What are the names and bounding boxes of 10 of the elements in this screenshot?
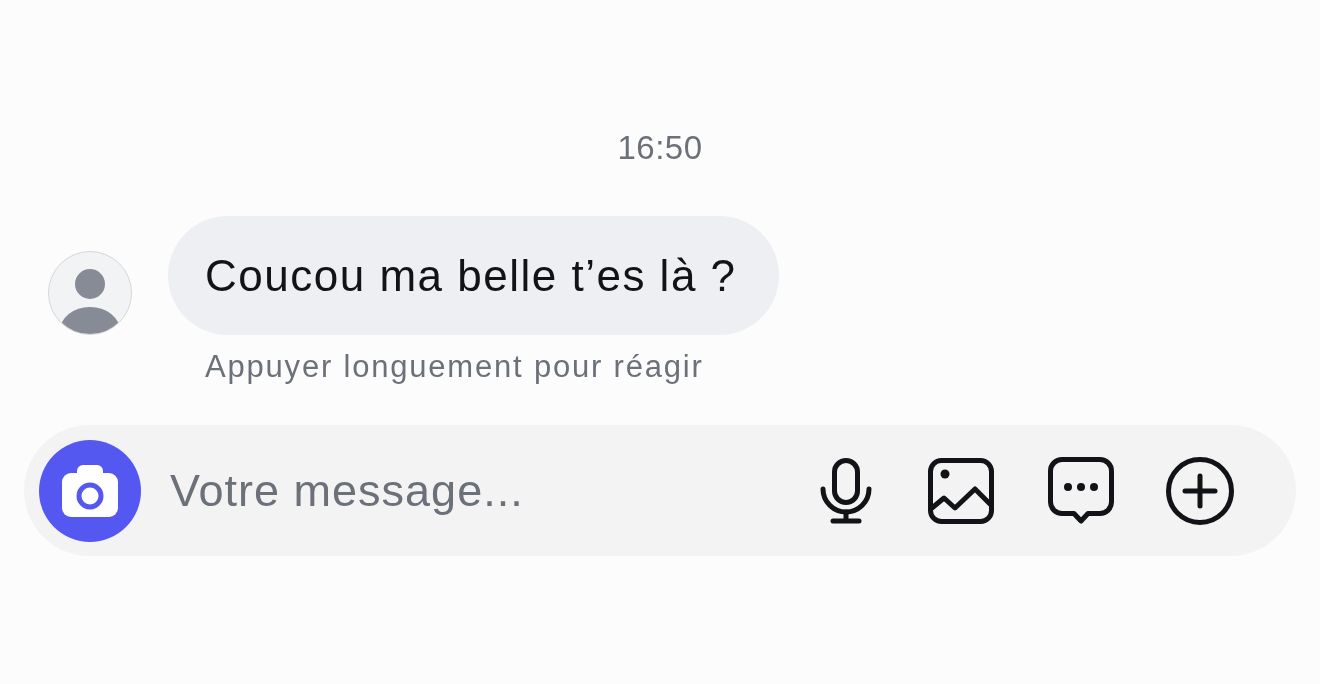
chat-bubble-icon[interactable] <box>1048 456 1114 525</box>
message-input[interactable]: Votre message... <box>170 461 800 520</box>
add-icon[interactable] <box>1166 456 1234 525</box>
message-bubble: Coucou ma belle t’es là ? <box>168 216 779 335</box>
reaction-hint: Appuyer longuement pour réagir <box>205 349 704 385</box>
avatar-icon <box>48 251 132 335</box>
timestamp: 16:50 <box>617 128 703 168</box>
image-icon[interactable] <box>928 457 994 524</box>
microphone-icon[interactable] <box>820 457 872 524</box>
camera-icon <box>62 464 118 517</box>
